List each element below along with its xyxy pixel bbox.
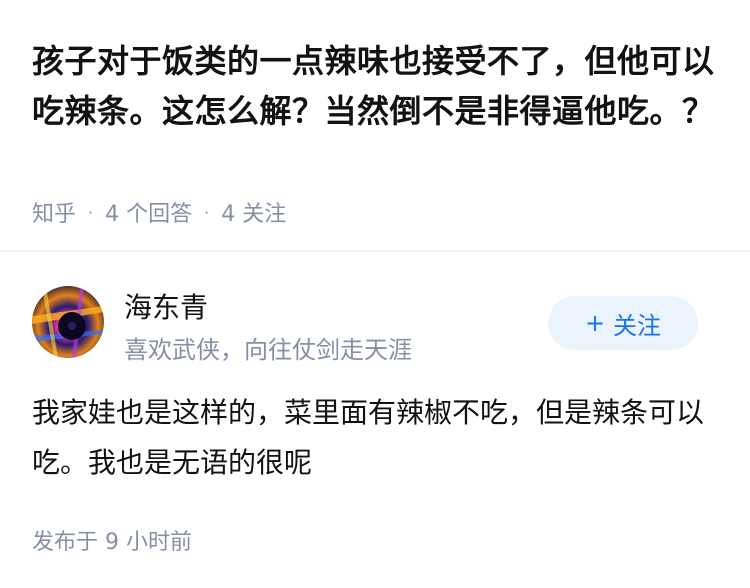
- author-name[interactable]: 海东青: [124, 286, 208, 326]
- source-label[interactable]: 知乎: [32, 196, 76, 228]
- avatar-image: [32, 286, 104, 358]
- separator-dot: ·: [88, 202, 94, 222]
- follow-label: 关注: [613, 311, 662, 340]
- author-bio: 喜欢武侠，向往仗剑走天涯: [124, 336, 412, 364]
- follower-count[interactable]: 4 关注: [221, 196, 286, 228]
- plus-icon: +: [584, 309, 606, 337]
- answer-time: 发布于 9 小时前: [32, 530, 192, 555]
- question-meta: 知乎 · 4 个回答 · 4 关注: [32, 196, 286, 228]
- question-title[interactable]: 孩子对于饭类的一点辣味也接受不了，但他可以吃辣条。这怎么解？当然倒不是非得逼他吃…: [32, 36, 718, 136]
- question-header: 孩子对于饭类的一点辣味也接受不了，但他可以吃辣条。这怎么解？当然倒不是非得逼他吃…: [0, 0, 750, 250]
- follow-button[interactable]: + 关注: [548, 296, 698, 350]
- answer-count[interactable]: 4 个回答: [105, 196, 192, 228]
- answer-card: 海东青 喜欢武侠，向往仗剑走天涯 + 关注 我家娃也是这样的，菜里面有辣椒不吃，…: [0, 252, 750, 588]
- separator-dot: ·: [204, 202, 210, 222]
- avatar[interactable]: [32, 286, 104, 358]
- answer-content[interactable]: 我家娃也是这样的，菜里面有辣椒不吃，但是辣条可以吃。我也是无语的很呢: [32, 388, 718, 488]
